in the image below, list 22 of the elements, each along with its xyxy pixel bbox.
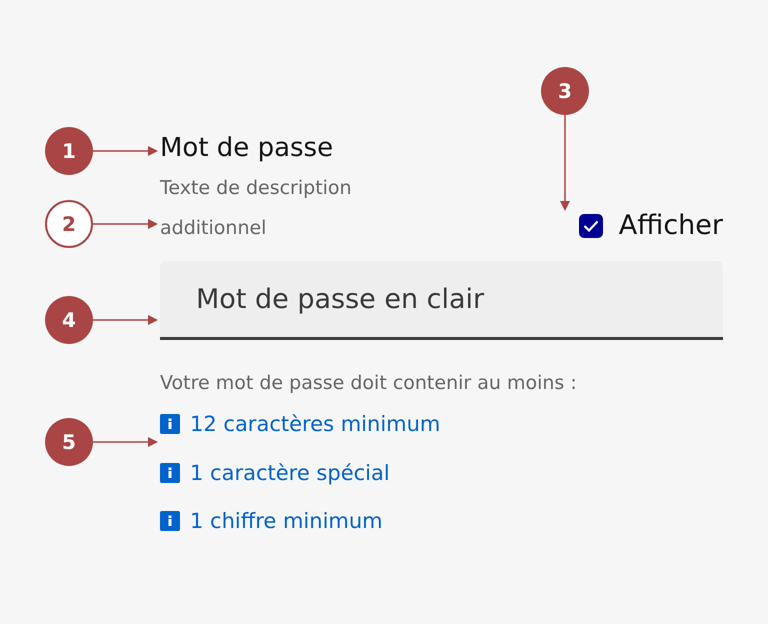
- callout-badge: 4: [45, 296, 93, 344]
- info-icon: [160, 414, 180, 434]
- info-icon: [160, 462, 180, 483]
- show-password-checkbox[interactable]: [578, 214, 603, 238]
- callout-badge: 2: [45, 200, 93, 248]
- leader-line: [93, 437, 158, 447]
- callout-badge: 5: [45, 418, 93, 466]
- info-icon: [160, 511, 180, 532]
- field-label: Mot de passe: [160, 132, 334, 165]
- leader-line: [93, 315, 158, 325]
- leader-line: [93, 219, 158, 229]
- requirement-text: 1 caractère spécial: [190, 460, 390, 485]
- requirement-text: 1 chiffre minimum: [190, 509, 383, 534]
- callout-badge: 3: [541, 67, 589, 115]
- checkbox-label: Afficher: [618, 209, 723, 243]
- password-field[interactable]: Mot de passe en clair: [160, 261, 723, 340]
- requirement-text: 12 caractères minimum: [190, 412, 440, 436]
- field-description: Texte de description additionnel: [160, 176, 353, 241]
- check-icon: [582, 220, 599, 232]
- callout-badge: 1: [45, 127, 93, 175]
- leader-line: [93, 146, 158, 156]
- requirements-intro: Votre mot de passe doit contenir au moins :: [160, 371, 578, 396]
